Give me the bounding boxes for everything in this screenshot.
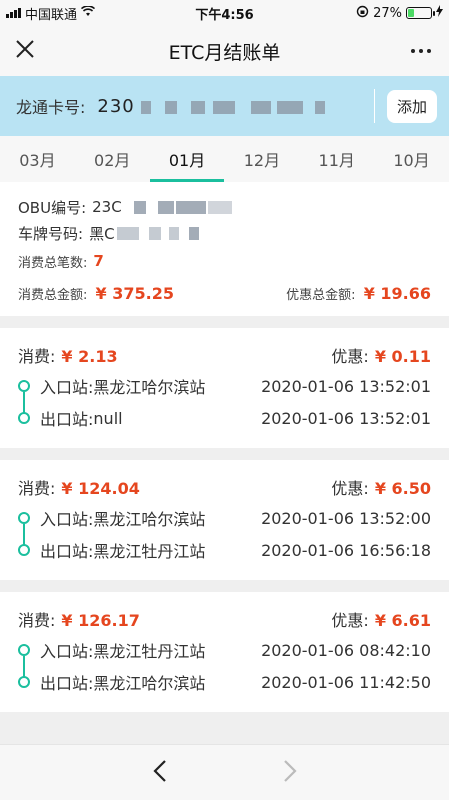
- fee-value: ¥ 2.13: [61, 347, 118, 366]
- count-row: 消费总笔数: 7: [18, 246, 431, 276]
- timeline-dot-icon: [18, 412, 30, 424]
- tab-11[interactable]: 11月: [299, 136, 374, 182]
- signal-icon: [6, 8, 21, 18]
- plate-row: 车牌号码: 黑C: [18, 220, 431, 246]
- add-card-button[interactable]: 添加: [386, 89, 437, 123]
- timeline-dot-icon: [18, 544, 30, 556]
- entry-row: 入口站: 黑龙江哈尔滨站 2020-01-06 13:52:00: [18, 502, 431, 550]
- month-tabs: 03月 02月 01月 12月 11月 10月: [0, 136, 449, 182]
- entry-label: 入口站:: [40, 378, 94, 397]
- carrier-name: 中国联通: [25, 7, 78, 23]
- obu-value: 23C: [92, 198, 122, 216]
- entry-label: 入口站:: [40, 510, 94, 529]
- status-bar: 中国联通 下午4:56 27%: [0, 0, 449, 26]
- entry-time: 2020-01-06 13:52:00: [261, 508, 431, 528]
- discount-total-label: 优惠总金额:: [286, 287, 356, 303]
- timeline-dot-icon: [18, 676, 30, 688]
- tab-12[interactable]: 12月: [224, 136, 299, 182]
- exit-row: 出口站: null 2020-01-06 13:52:01: [18, 402, 431, 434]
- total-value: ¥ 375.25: [95, 283, 174, 303]
- tab-03[interactable]: 03月: [0, 136, 75, 182]
- more-button[interactable]: [393, 26, 449, 76]
- chevron-right-icon: [283, 759, 297, 787]
- entry-label: 入口站:: [40, 642, 94, 661]
- record-card[interactable]: 消费: ¥ 126.17 优惠: ¥ 6.61 入口站: 黑龙江牡丹江站 2020-…: [0, 592, 449, 712]
- wifi-icon: [80, 4, 96, 21]
- record-header: 消费: ¥ 126.17 优惠: ¥ 6.61: [18, 604, 431, 634]
- discount-value: ¥ 6.61: [374, 611, 431, 630]
- record-header: 消费: ¥ 2.13 优惠: ¥ 0.11: [18, 340, 431, 370]
- discount-label: 优惠:: [331, 611, 369, 630]
- close-button[interactable]: [0, 26, 50, 76]
- close-icon: [16, 40, 34, 62]
- entry-station: 黑龙江哈尔滨站: [93, 510, 206, 529]
- plate-label: 车牌号码:: [18, 224, 84, 243]
- exit-label: 出口站:: [40, 674, 94, 693]
- record-card[interactable]: 消费: ¥ 124.04 优惠: ¥ 6.50 入口站: 黑龙江哈尔滨站 2020-…: [0, 460, 449, 580]
- count-label: 消费总笔数:: [18, 255, 88, 271]
- battery-percent: 27%: [373, 5, 402, 21]
- tab-10[interactable]: 10月: [374, 136, 449, 182]
- tab-01[interactable]: 01月: [149, 136, 225, 182]
- obu-mask: [122, 198, 232, 216]
- fee-label: 消费:: [18, 479, 56, 498]
- more-dot-icon: [411, 49, 415, 53]
- entry-time: 2020-01-06 13:52:01: [261, 376, 431, 396]
- exit-label: 出口站:: [40, 542, 94, 561]
- card-number-mask: [135, 97, 325, 116]
- forward-button[interactable]: [270, 753, 310, 793]
- total-label: 消费总金额:: [18, 287, 88, 303]
- battery-icon: [406, 7, 435, 19]
- record-header: 消费: ¥ 124.04 优惠: ¥ 6.50: [18, 472, 431, 502]
- discount-label: 优惠:: [331, 479, 369, 498]
- exit-time: 2020-01-06 16:56:18: [261, 540, 431, 560]
- fee-value: ¥ 124.04: [61, 479, 140, 498]
- entry-station: 黑龙江哈尔滨站: [93, 378, 206, 397]
- summary-panel: OBU编号: 23C 车牌号码: 黑C 消费总笔数: 7 消费总金额: ¥ 37…: [0, 182, 449, 316]
- card-number-label: 龙通卡号:: [16, 98, 86, 117]
- fee-label: 消费:: [18, 611, 56, 630]
- entry-row: 入口站: 黑龙江牡丹江站 2020-01-06 08:42:10: [18, 634, 431, 682]
- card-number-value: 230: [97, 95, 135, 117]
- obu-label: OBU编号:: [18, 198, 87, 217]
- discount-label: 优惠:: [331, 347, 369, 366]
- exit-station: null: [93, 408, 123, 428]
- browser-toolbar: [0, 744, 449, 800]
- fee-label: 消费:: [18, 347, 56, 366]
- divider: [373, 89, 375, 123]
- timeline-dot-icon: [18, 380, 30, 392]
- exit-row: 出口站: 黑龙江哈尔滨站 2020-01-06 11:42:50: [18, 666, 431, 698]
- totals-row: 消费总金额: ¥ 375.25 优惠总金额: ¥ 19.66: [18, 276, 431, 310]
- exit-time: 2020-01-06 11:42:50: [261, 672, 431, 692]
- back-button[interactable]: [140, 753, 180, 793]
- page-title: ETC月结账单: [168, 41, 281, 64]
- discount-value: ¥ 0.11: [374, 347, 431, 366]
- rotation-lock-icon: [356, 5, 369, 22]
- entry-row: 入口站: 黑龙江哈尔滨站 2020-01-06 13:52:01: [18, 370, 431, 418]
- obu-row: OBU编号: 23C: [18, 194, 431, 220]
- timeline-dot-icon: [18, 644, 30, 656]
- timeline-dot-icon: [18, 512, 30, 524]
- exit-label: 出口站:: [40, 410, 94, 429]
- record-card[interactable]: 消费: ¥ 2.13 优惠: ¥ 0.11 入口站: 黑龙江哈尔滨站 2020-01…: [0, 328, 449, 448]
- count-value: 7: [93, 252, 104, 270]
- discount-total-value: ¥ 19.66: [363, 283, 431, 303]
- discount-value: ¥ 6.50: [374, 479, 431, 498]
- tab-02[interactable]: 02月: [75, 136, 150, 182]
- plate-mask: [115, 224, 199, 242]
- card-number-bar: 龙通卡号: 230 添加: [0, 76, 449, 136]
- exit-time: 2020-01-06 13:52:01: [261, 408, 431, 428]
- exit-station: 黑龙江牡丹江站: [93, 542, 206, 561]
- chevron-left-icon: [152, 759, 167, 787]
- exit-row: 出口站: 黑龙江牡丹江站 2020-01-06 16:56:18: [18, 534, 431, 566]
- fee-value: ¥ 126.17: [61, 611, 140, 630]
- entry-time: 2020-01-06 08:42:10: [261, 640, 431, 660]
- charging-icon: [436, 5, 443, 21]
- exit-station: 黑龙江哈尔滨站: [93, 674, 206, 693]
- navigation-bar: ETC月结账单: [0, 26, 449, 76]
- plate-value: 黑C: [89, 224, 115, 243]
- entry-station: 黑龙江牡丹江站: [93, 642, 206, 661]
